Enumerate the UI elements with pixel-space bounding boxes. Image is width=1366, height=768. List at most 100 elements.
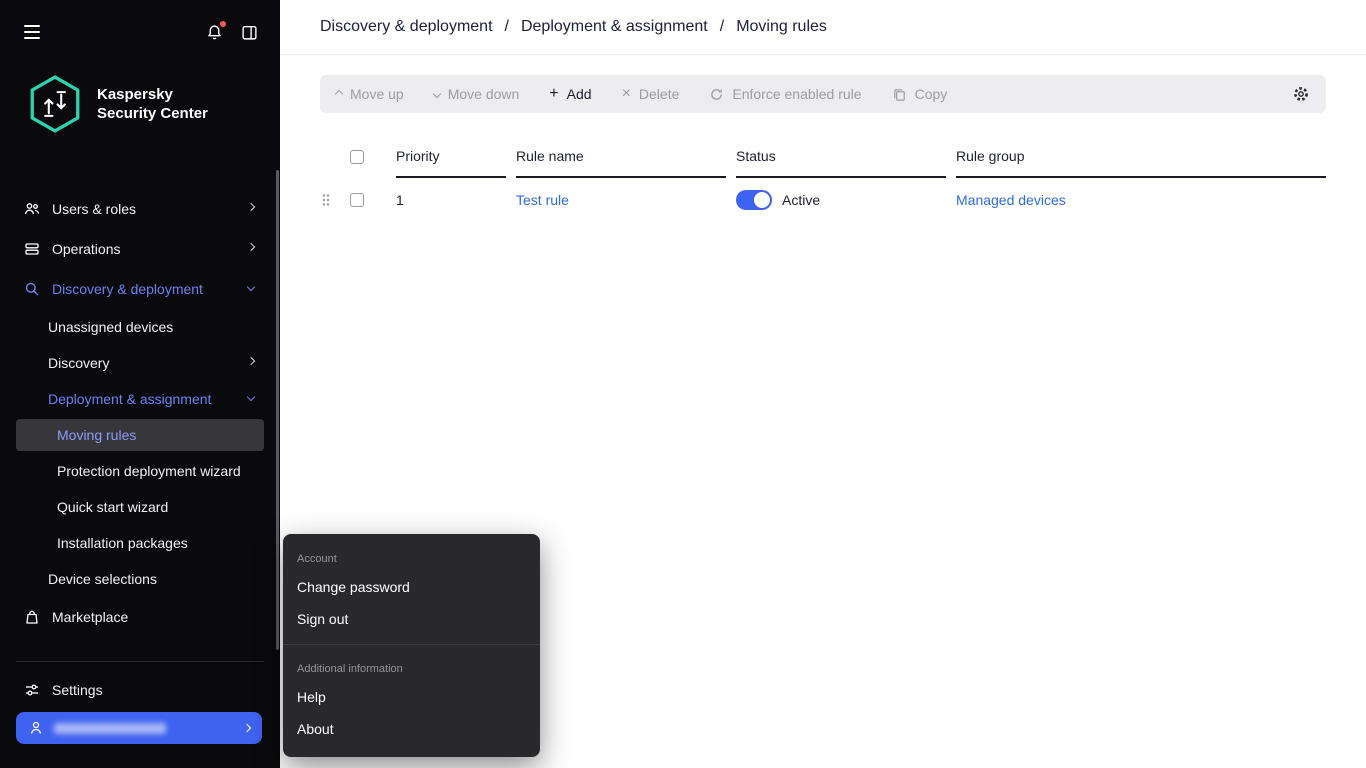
menu-item-about[interactable]: About (283, 713, 540, 745)
row-checkbox[interactable] (350, 193, 364, 207)
close-icon: × (621, 85, 631, 102)
menu-section-header-additional-information: Additional information (297, 663, 403, 675)
hamburger-menu-icon[interactable] (24, 25, 40, 39)
sidebar-item-moving-rules[interactable]: Moving rules (16, 419, 264, 451)
menu-item-sign-out[interactable]: Sign out (283, 603, 540, 635)
sidebar-item-quick-start-wizard[interactable]: Quick start wizard (0, 489, 280, 525)
copy-button[interactable]: Copy (892, 86, 948, 102)
sidebar-item-label: Deployment & assignment (48, 391, 212, 407)
operations-icon (24, 241, 40, 257)
column-header-rule-name[interactable]: Rule name (516, 138, 726, 178)
chevron-up-icon (334, 89, 344, 99)
rule-group-link[interactable]: Managed devices (956, 192, 1066, 208)
sidebar-item-label: Users & roles (52, 201, 137, 217)
sidebar-item-label: Discovery & deployment (52, 281, 203, 297)
rule-name-cell: Test rule (516, 180, 726, 220)
sidebar: Kaspersky Security Center Users & roles … (0, 0, 280, 768)
app-logo: Kaspersky Security Center (28, 74, 208, 134)
menu-divider (283, 644, 540, 645)
notifications-bell-icon[interactable] (206, 20, 226, 41)
panel-book-icon[interactable] (241, 24, 258, 41)
drag-handle-icon[interactable] (320, 191, 332, 209)
rules-toolbar: Move up Move down + Add × Delete Enforce… (320, 75, 1326, 113)
breadcrumb-item-current: Moving rules (736, 18, 827, 35)
delete-label: Delete (638, 86, 680, 102)
marketplace-bag-icon (24, 609, 40, 625)
chevron-right-icon (246, 356, 256, 366)
account-popup-menu: Account Change password Sign out Additio… (283, 534, 540, 757)
sidebar-item-deployment-assignment[interactable]: Deployment & assignment (0, 381, 280, 417)
plus-icon: + (549, 85, 559, 102)
search-icon (24, 281, 40, 297)
column-header-status[interactable]: Status (736, 138, 946, 178)
sidebar-item-operations[interactable]: Operations (0, 229, 280, 269)
column-header-priority[interactable]: Priority (396, 138, 506, 178)
sidebar-item-settings[interactable]: Settings (0, 670, 280, 710)
user-icon (28, 720, 44, 736)
row-select-cell (350, 181, 386, 219)
sidebar-item-label: Operations (52, 241, 121, 257)
copy-icon (892, 87, 907, 102)
sidebar-item-label: Settings (52, 682, 103, 698)
account-button[interactable] (16, 712, 262, 744)
breadcrumb-item[interactable]: Discovery & deployment (320, 18, 493, 36)
sidebar-item-discovery-deployment[interactable]: Discovery & deployment (0, 269, 280, 309)
sidebar-nav: Users & roles Operations Discovery & dep… (0, 189, 280, 710)
sidebar-item-label: Moving rules (57, 427, 137, 443)
drag-cell (320, 179, 340, 221)
select-all-cell (350, 140, 386, 176)
chevron-down-icon (246, 392, 256, 402)
delete-button[interactable]: × Delete (621, 85, 680, 103)
sidebar-topbar (0, 0, 280, 64)
sidebar-item-label: Device selections (48, 571, 157, 587)
table-row: 1 Test rule Active Managed devices (320, 178, 1326, 222)
rule-name-link[interactable]: Test rule (516, 192, 569, 208)
users-icon (24, 201, 40, 217)
sidebar-item-device-selections[interactable]: Device selections (0, 561, 280, 597)
sidebar-divider (16, 661, 264, 662)
status-cell: Active (736, 178, 946, 222)
menu-section-header-account: Account (297, 553, 337, 565)
breadcrumb: Discovery & deployment / Deployment & as… (320, 18, 827, 36)
refresh-icon (709, 87, 724, 102)
sidebar-item-marketplace[interactable]: Marketplace (0, 597, 280, 637)
column-header-rule-group[interactable]: Rule group (956, 138, 1326, 178)
sidebar-scrollbar[interactable] (276, 170, 279, 650)
sidebar-item-users-roles[interactable]: Users & roles (0, 189, 280, 229)
copy-label: Copy (914, 86, 948, 102)
sidebar-item-installation-packages[interactable]: Installation packages (0, 525, 280, 561)
chevron-down-icon (432, 89, 441, 99)
breadcrumb-item[interactable]: Deployment & assignment (521, 18, 708, 36)
chevron-right-icon (242, 723, 252, 733)
table-settings-gear-icon[interactable] (1292, 85, 1310, 103)
sidebar-item-unassigned-devices[interactable]: Unassigned devices (0, 309, 280, 345)
chevron-right-icon (246, 242, 256, 252)
chevron-right-icon (246, 202, 256, 212)
sidebar-item-protection-deployment-wizard[interactable]: Protection deployment wizard (0, 453, 280, 489)
notification-dot (220, 20, 226, 27)
select-all-checkbox[interactable] (350, 150, 364, 164)
sidebar-item-label: Quick start wizard (57, 499, 169, 515)
sidebar-item-label: Installation packages (57, 535, 188, 551)
priority-cell: 1 (396, 192, 404, 208)
move-up-button[interactable]: Move up (334, 86, 404, 102)
menu-item-help[interactable]: Help (283, 681, 540, 713)
move-down-button[interactable]: Move down (432, 86, 519, 102)
sidebar-item-label: Unassigned devices (48, 319, 174, 335)
app-title: Kaspersky Security Center (97, 86, 208, 122)
page-header: Discovery & deployment / Deployment & as… (280, 0, 1366, 55)
status-label: Active (782, 192, 821, 208)
menu-item-change-password[interactable]: Change password (283, 571, 540, 603)
rule-group-cell: Managed devices (956, 180, 1326, 220)
add-button[interactable]: + Add (549, 85, 592, 103)
status-toggle[interactable] (736, 190, 772, 210)
drag-column-spacer (320, 147, 340, 169)
add-label: Add (566, 86, 592, 102)
table-header-row: Priority Rule name Status Rule group (320, 138, 1326, 178)
account-username-redacted (54, 722, 166, 734)
sidebar-item-discovery[interactable]: Discovery (0, 345, 280, 381)
chevron-down-icon (246, 282, 256, 292)
moving-rules-table: Priority Rule name Status Rule group 1 T… (320, 138, 1326, 222)
sidebar-item-label: Protection deployment wizard (57, 463, 241, 479)
enforce-enabled-rule-button[interactable]: Enforce enabled rule (709, 86, 862, 102)
